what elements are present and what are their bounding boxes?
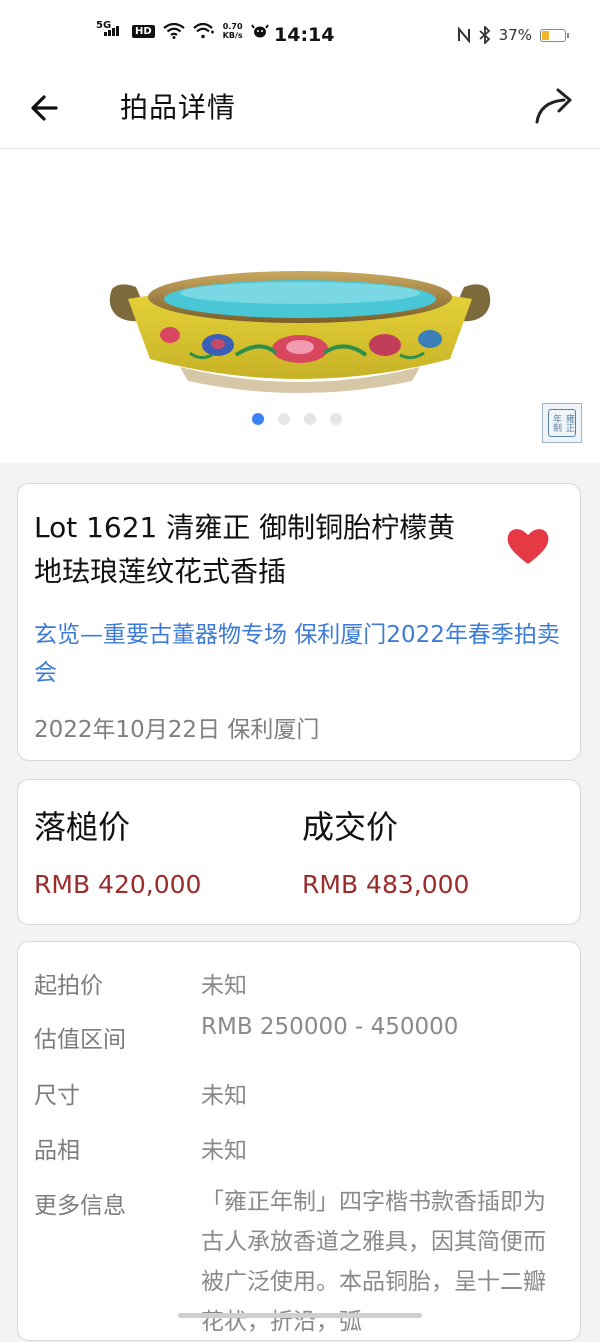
hammer-price-value: RMB 420,000 [34,870,202,899]
carousel-dot[interactable] [330,413,342,425]
reign-mark-thumbnail[interactable]: 雍正年制 [542,403,582,443]
detail-label: 估值区间 [34,1027,126,1053]
arrow-left-icon[interactable] [26,88,66,128]
carousel-indicator [252,413,342,425]
detail-label: 更多信息 [34,1193,126,1219]
clock: 14:14 [274,24,335,46]
status-bar: 5G HD 0.70 KB/s 14:14 37% [0,0,600,72]
wifi-icon [162,23,185,39]
nfc-icon [457,27,470,43]
cow-icon [250,24,269,38]
lot-title: Lot 1621 清雍正 御制铜胎柠檬黄地珐琅莲纹花式香插 [34,511,456,588]
lot-image-censer [109,271,491,393]
more-info-text: 「雍正年制」四字楷书款香插即为古人承放香道之雅具，因其简便而被广泛使用。本品铜胎… [201,1189,546,1335]
net-speed: 0.70 KB/s [222,22,243,40]
status-right-icons: 37% [457,26,569,44]
detail-label: 品相 [34,1138,80,1164]
deal-price-value: RMB 483,000 [302,870,470,899]
home-indicator[interactable] [178,1313,422,1318]
seal-mark: 雍正年制 [548,409,576,437]
hd-badge: HD [132,24,155,38]
carousel-dot[interactable] [304,413,316,425]
battery-percent: 37% [498,26,532,44]
detail-value: 未知 [201,973,247,999]
deal-price-label: 成交价 [302,808,399,846]
detail-label: 尺寸 [34,1083,80,1109]
battery-icon [540,28,569,42]
hammer-price-label: 落槌价 [34,808,131,846]
app-bar: 拍品详情 [0,72,600,149]
detail-value: 未知 [201,1138,247,1164]
heart-icon[interactable] [506,526,550,566]
detail-value: 未知 [201,1083,247,1109]
share-arrow-icon[interactable] [532,84,578,128]
bluetooth-icon [479,26,490,44]
price-card: 落槌价 RMB 420,000 成交价 RMB 483,000 [17,779,581,925]
auction-date-house: 2022年10月22日 保利厦门 [34,717,320,743]
status-left-icons: 5G HD 0.70 KB/s [96,20,269,40]
lot-details-card: 起拍价 未知 估值区间 RMB 250000 - 450000 尺寸 未知 品相… [17,941,581,1341]
lot-info-card: Lot 1621 清雍正 御制铜胎柠檬黄地珐琅莲纹花式香插 玄览—重要古董器物专… [17,483,581,761]
hammer-price: 落槌价 RMB 420,000 [34,802,201,899]
detail-value: RMB 250000 - 450000 [201,1014,459,1040]
detail-label: 起拍价 [34,973,103,999]
page-title: 拍品详情 [120,91,237,124]
signal-5g-icon: 5G [96,20,124,40]
carousel-dot[interactable] [278,413,290,425]
carousel-dot[interactable] [252,413,264,425]
lot-image-carousel[interactable]: 雍正年制 [0,149,600,463]
deal-price: 成交价 RMB 483,000 [302,802,469,899]
wifi-hotspot-icon [192,23,214,39]
auction-session-link[interactable]: 玄览—重要古董器物专场 保利厦门2022年春季拍卖会 [34,616,564,692]
